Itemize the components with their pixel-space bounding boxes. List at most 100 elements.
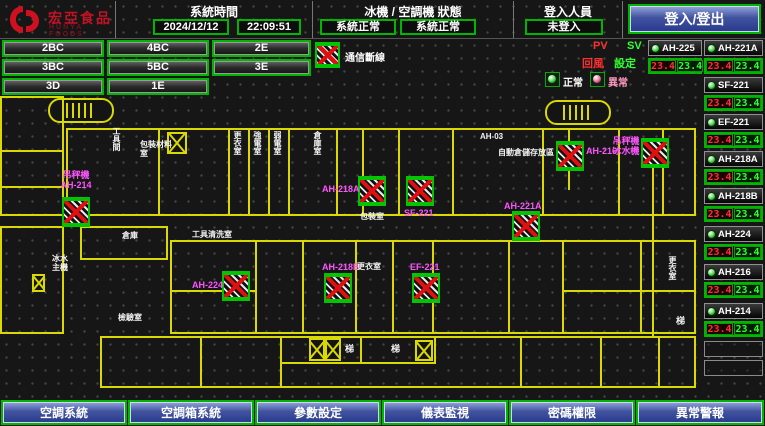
wall bbox=[542, 128, 544, 216]
logo-arc-left bbox=[10, 6, 23, 33]
pv-value: 23.4 bbox=[706, 284, 733, 296]
wall bbox=[302, 240, 304, 334]
pv-value: 23.4 bbox=[706, 246, 733, 258]
room-label: 自動倉儲存放區 bbox=[498, 148, 556, 157]
status-led bbox=[707, 268, 716, 277]
room-label: 包裝室 bbox=[360, 212, 384, 221]
sv-label: SV bbox=[627, 40, 642, 52]
unit-name: AH-221A bbox=[718, 43, 758, 54]
room-label: 工具間 bbox=[112, 127, 121, 169]
pv-value: 23.4 bbox=[706, 171, 733, 183]
sv-value: 23.4 bbox=[734, 246, 761, 258]
sv-value: 23.4 bbox=[734, 323, 761, 335]
plan-marker-ah-224[interactable] bbox=[222, 271, 250, 301]
plan-marker-ef-221[interactable] bbox=[412, 273, 440, 303]
stair-symbol bbox=[32, 274, 45, 292]
nav-alarm[interactable]: 異常警報 bbox=[636, 400, 764, 425]
floor-button-5bc[interactable]: 5BC bbox=[107, 59, 209, 76]
login-logout-button[interactable]: 登入/登出 bbox=[628, 4, 761, 34]
status-led bbox=[707, 81, 716, 90]
wall bbox=[268, 128, 270, 216]
abnormal-label: 異常 bbox=[608, 74, 628, 89]
unit-ah-218a[interactable]: AH-218A bbox=[704, 151, 763, 167]
equip-label: 吊秤機 冰水機 bbox=[612, 136, 640, 156]
comm-loss-legend-label: 通信斷線 bbox=[345, 49, 385, 64]
chiller-status: 系統正常 bbox=[320, 19, 396, 35]
ahu-status: 系統正常 bbox=[400, 19, 476, 35]
room-label: 更衣室 bbox=[668, 256, 677, 290]
wall bbox=[0, 150, 64, 152]
room-label: 更衣室 bbox=[233, 131, 242, 173]
wall bbox=[255, 240, 257, 334]
wall bbox=[600, 336, 602, 388]
sv-value: 23.4 bbox=[734, 97, 761, 109]
floor-button-4bc[interactable]: 4BC bbox=[107, 40, 209, 57]
brand-logo: 宏亞食品 HUNYA FOODS bbox=[2, 2, 114, 36]
unit-name: AH-218A bbox=[718, 154, 758, 165]
wall bbox=[288, 128, 290, 216]
unit-ah-214[interactable]: AH-214 bbox=[704, 303, 763, 319]
wall bbox=[200, 336, 202, 388]
floor-button-1e[interactable]: 1E bbox=[107, 78, 209, 95]
room-label: 冰水 主機 bbox=[52, 254, 72, 272]
status-led bbox=[707, 118, 716, 127]
wall bbox=[652, 152, 654, 336]
unit-ah-225[interactable]: AH-225 bbox=[648, 40, 702, 56]
wall bbox=[248, 128, 250, 216]
unit-name: AH-218B bbox=[718, 191, 758, 202]
comm-loss-legend-icon bbox=[315, 42, 340, 68]
wall bbox=[280, 362, 436, 364]
plan-marker-sf-221[interactable] bbox=[406, 176, 434, 206]
floor-button-2e[interactable]: 2E bbox=[212, 40, 311, 57]
sv-value: 23.4 bbox=[734, 208, 761, 220]
unit-name: AH-225 bbox=[662, 43, 695, 54]
wall bbox=[228, 128, 230, 216]
unit-ah-224[interactable]: AH-224 bbox=[704, 226, 763, 242]
login-status: 未登入 bbox=[525, 19, 603, 35]
floor-button-2bc[interactable]: 2BC bbox=[2, 40, 104, 57]
unit-name: AH-224 bbox=[718, 229, 751, 240]
nav-parameter-setting[interactable]: 參數設定 bbox=[255, 400, 381, 425]
wall bbox=[520, 336, 522, 388]
unit-name: SF-221 bbox=[718, 80, 749, 91]
nav-ahu-system[interactable]: 空調箱系統 bbox=[128, 400, 254, 425]
unit-ef-221[interactable]: EF-221 bbox=[704, 114, 763, 130]
unit-ah-214-values: 23.423.4 bbox=[704, 321, 763, 337]
plan-marker-ah-218a[interactable] bbox=[358, 176, 386, 206]
machine-status-title: 冰機 / 空調機 狀態 bbox=[315, 3, 511, 20]
wall bbox=[508, 240, 510, 334]
plan-marker-ah-221a[interactable] bbox=[512, 211, 540, 241]
room-label: 倉庫 bbox=[122, 231, 138, 240]
plan-marker-ah-214[interactable] bbox=[62, 197, 90, 227]
divider bbox=[115, 1, 116, 38]
floor-button-3bc[interactable]: 3BC bbox=[2, 59, 104, 76]
unit-sf-221[interactable]: SF-221 bbox=[704, 77, 763, 93]
unit-ah-221a[interactable]: AH-221A bbox=[704, 40, 763, 56]
plan-marker-ah-218b[interactable] bbox=[324, 273, 352, 303]
status-led bbox=[707, 192, 716, 201]
divider bbox=[622, 1, 623, 38]
sv-desc-label: 設定 bbox=[614, 55, 636, 71]
unit-sf-221-values: 23.423.4 bbox=[704, 95, 763, 111]
floor-button-3e[interactable]: 3E bbox=[212, 59, 311, 76]
nav-ac-system[interactable]: 空調系統 bbox=[1, 400, 127, 425]
sv-value: 23.4 bbox=[734, 134, 761, 146]
pv-value: 23.4 bbox=[706, 323, 733, 335]
plan-marker-ah-225[interactable] bbox=[641, 138, 669, 168]
plan-marker-ah-216[interactable] bbox=[556, 141, 584, 171]
floor-button-3d[interactable]: 3D bbox=[2, 78, 104, 95]
wall bbox=[562, 240, 564, 334]
pv-desc-label: 回風 bbox=[582, 55, 604, 71]
system-clock-display: 22:09:51 bbox=[237, 19, 301, 35]
stair-symbol bbox=[309, 338, 325, 361]
nav-password-auth[interactable]: 密碼權限 bbox=[509, 400, 635, 425]
unit-ah-218b[interactable]: AH-218B bbox=[704, 188, 763, 204]
room-label: 包裝材料室 bbox=[140, 140, 178, 158]
pv-label: PV bbox=[593, 40, 608, 52]
divider bbox=[312, 1, 313, 38]
unit-ah-216[interactable]: AH-216 bbox=[704, 264, 763, 280]
nav-meter-monitor[interactable]: 儀表監視 bbox=[382, 400, 508, 425]
unit-name: AH-214 bbox=[718, 306, 751, 317]
hmi-screen: 宏亞食品 HUNYA FOODS 系統時間 2024/12/12 22:09:5… bbox=[0, 0, 765, 426]
unit-ah-221a-values: 23.423.4 bbox=[704, 58, 763, 74]
